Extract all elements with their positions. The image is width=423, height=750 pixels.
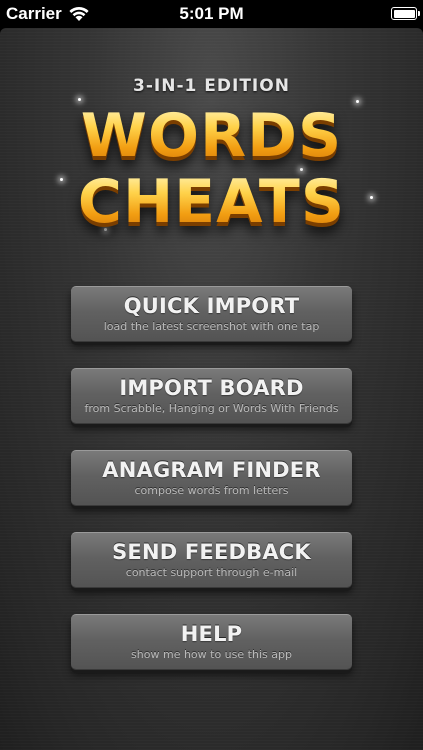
button-title: SEND FEEDBACK bbox=[112, 540, 311, 564]
button-subtitle: contact support through e-mail bbox=[125, 566, 298, 579]
main-screen: 3-IN-1 EDITION WORDS CHEATS QUICK IMPORT… bbox=[0, 28, 423, 750]
status-time: 5:01 PM bbox=[179, 4, 244, 23]
button-title: HELP bbox=[180, 622, 243, 646]
anagram-finder-button[interactable]: ANAGRAM FINDER compose words from letter… bbox=[71, 450, 352, 506]
logo-title-cheats: CHEATS bbox=[0, 172, 423, 232]
sparkle-decoration bbox=[356, 100, 359, 103]
help-button[interactable]: HELP show me how to use this app bbox=[71, 614, 352, 670]
import-board-button[interactable]: IMPORT BOARD from Scrabble, Hanging or W… bbox=[71, 368, 352, 424]
battery-full-icon bbox=[391, 7, 420, 20]
send-feedback-button[interactable]: SEND FEEDBACK contact support through e-… bbox=[71, 532, 352, 588]
button-subtitle: show me how to use this app bbox=[131, 648, 292, 661]
button-subtitle: compose words from letters bbox=[134, 484, 289, 497]
button-title: ANAGRAM FINDER bbox=[102, 458, 321, 482]
logo-title-words: WORDS bbox=[0, 106, 423, 166]
status-bar: Carrier 5:01 PM bbox=[0, 0, 423, 28]
button-subtitle: from Scrabble, Hanging or Words With Fri… bbox=[84, 402, 339, 415]
edition-label: 3-IN-1 EDITION bbox=[133, 76, 290, 96]
quick-import-button[interactable]: QUICK IMPORT load the latest screenshot … bbox=[71, 286, 352, 342]
button-title: QUICK IMPORT bbox=[123, 294, 300, 318]
button-subtitle: load the latest screenshot with one tap bbox=[103, 320, 320, 333]
button-title: IMPORT BOARD bbox=[119, 376, 304, 400]
battery-level bbox=[393, 9, 415, 18]
